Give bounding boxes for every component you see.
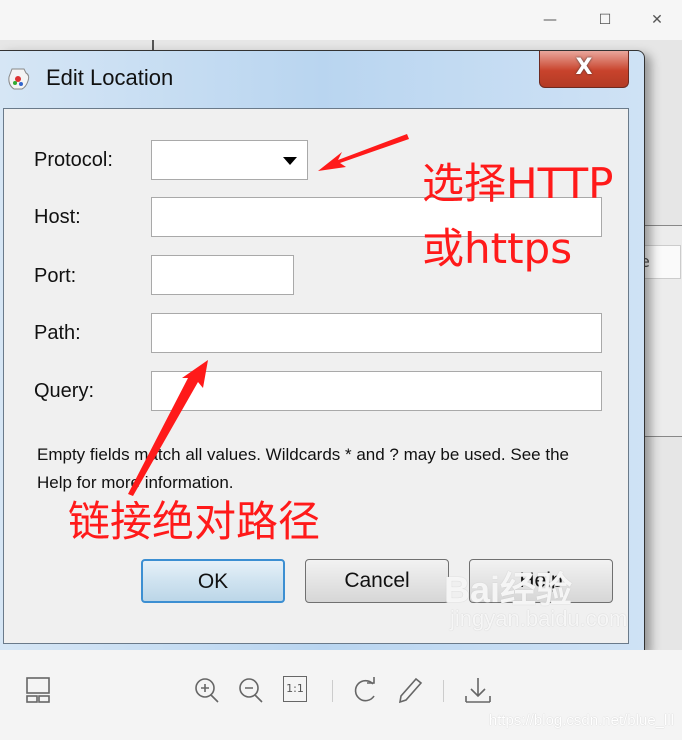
download-icon[interactable]	[464, 676, 492, 704]
arrow-to-protocol	[318, 134, 409, 171]
csdn-watermark: https://blog.csdn.net/blue_lll	[488, 712, 674, 729]
rotate-icon[interactable]	[352, 676, 380, 704]
zoom-in-icon[interactable]	[193, 676, 221, 704]
toolbar-separator	[443, 680, 444, 702]
zoom-out-icon[interactable]	[237, 676, 265, 704]
annotation-arrows	[128, 134, 409, 496]
arrow-to-path	[128, 360, 208, 496]
viewer-toolbar: 1:1 https://blog.csdn.net/blue_lll	[0, 650, 682, 740]
actual-size-icon[interactable]: 1:1	[283, 676, 307, 702]
edit-pencil-icon[interactable]	[396, 676, 424, 704]
thumbnail-icon[interactable]	[25, 676, 53, 704]
toolbar-separator	[332, 680, 333, 702]
